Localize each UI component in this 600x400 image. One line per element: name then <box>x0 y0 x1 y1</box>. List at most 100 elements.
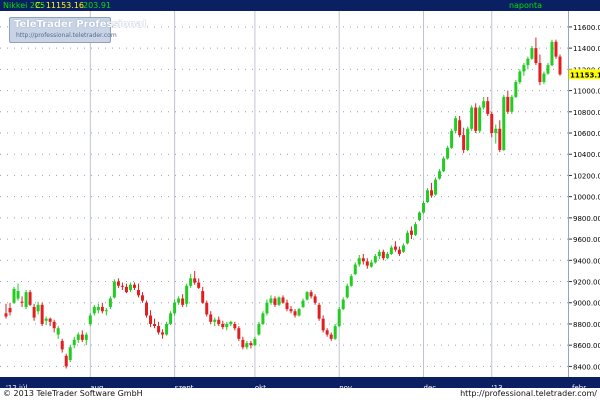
candle-down[interactable] <box>136 290 140 296</box>
time-axis[interactable]: '12 júl.aug.szept.okt.nov.dec.'13febr. <box>0 377 600 392</box>
candle-down[interactable] <box>205 302 209 315</box>
candle-down[interactable] <box>490 113 494 133</box>
candle-down[interactable] <box>80 334 84 340</box>
candle-up[interactable] <box>373 256 377 263</box>
candle-up[interactable] <box>108 298 112 307</box>
candle-up[interactable] <box>112 281 116 298</box>
candle-down[interactable] <box>40 304 44 324</box>
candle-down[interactable] <box>285 302 289 310</box>
candle-up[interactable] <box>502 96 506 150</box>
candle-down[interactable] <box>4 313 8 317</box>
candle-down[interactable] <box>365 261 369 266</box>
candle-up[interactable] <box>301 300 305 307</box>
candle-up[interactable] <box>530 48 534 59</box>
candle-up[interactable] <box>128 284 132 291</box>
candle-up[interactable] <box>169 313 173 324</box>
candle-up[interactable] <box>542 73 546 83</box>
candle-down[interactable] <box>197 282 201 288</box>
candle-up[interactable] <box>526 58 530 66</box>
candle-down[interactable] <box>28 292 32 305</box>
candle-up[interactable] <box>417 212 421 220</box>
candle-down[interactable] <box>116 281 120 286</box>
candle-down[interactable] <box>534 48 538 63</box>
candle-up[interactable] <box>454 118 458 131</box>
candle-up[interactable] <box>185 285 189 304</box>
candle-up[interactable] <box>466 128 470 150</box>
candle-down[interactable] <box>506 96 510 112</box>
candle-up[interactable] <box>88 315 92 324</box>
candle-up[interactable] <box>550 41 554 66</box>
candle-down[interactable] <box>233 323 237 329</box>
candle-up[interactable] <box>305 292 309 300</box>
candle-down[interactable] <box>393 246 397 250</box>
candle-up[interactable] <box>518 71 522 83</box>
candle-down[interactable] <box>273 298 277 305</box>
candle-up[interactable] <box>189 278 193 286</box>
candle-down[interactable] <box>52 321 56 329</box>
price-axis[interactable]: 8400.00 8600.00 8800.00 9000.00 9200.00 9400.… <box>568 11 600 377</box>
candle-down[interactable] <box>48 318 52 322</box>
candle-down[interactable] <box>161 332 165 335</box>
candle-up[interactable] <box>96 306 100 311</box>
candle-up[interactable] <box>450 130 454 148</box>
candle-down[interactable] <box>381 251 385 259</box>
candle-up[interactable] <box>341 299 345 310</box>
candle-down[interactable] <box>145 302 149 316</box>
candle-up[interactable] <box>225 323 229 328</box>
candle-down[interactable] <box>321 318 325 331</box>
candle-up[interactable] <box>522 65 526 72</box>
candle-up[interactable] <box>401 245 405 252</box>
candle-up[interactable] <box>385 253 389 259</box>
candle-down[interactable] <box>157 326 161 333</box>
candle-up[interactable] <box>12 288 16 303</box>
candle-up[interactable] <box>68 347 72 361</box>
candle-up[interactable] <box>337 309 341 327</box>
candle-up[interactable] <box>16 291 20 299</box>
candle-down[interactable] <box>409 230 413 235</box>
candle-down[interactable] <box>249 343 253 346</box>
candle-down[interactable] <box>241 339 245 348</box>
candle-down[interactable] <box>309 292 313 297</box>
candle-down[interactable] <box>317 304 321 319</box>
candle-down[interactable] <box>193 278 197 283</box>
candle-up[interactable] <box>413 224 417 235</box>
candle-up[interactable] <box>442 158 446 172</box>
candle-up[interactable] <box>345 285 349 298</box>
candle-up[interactable] <box>257 323 261 335</box>
candle-down[interactable] <box>313 296 317 303</box>
candle-down[interactable] <box>474 107 478 131</box>
candle-down[interactable] <box>60 340 64 350</box>
candle-down[interactable] <box>221 323 225 328</box>
candle-up[interactable] <box>24 292 28 307</box>
candle-up[interactable] <box>253 338 257 346</box>
candle-up[interactable] <box>482 101 486 108</box>
candle-down[interactable] <box>486 101 490 114</box>
candle-up[interactable] <box>56 328 60 335</box>
candle-down[interactable] <box>554 41 558 57</box>
candle-down[interactable] <box>217 319 221 324</box>
candle-down[interactable] <box>558 56 562 75</box>
candle-down[interactable] <box>20 301 24 303</box>
candle-up[interactable] <box>245 343 249 348</box>
candle-down[interactable] <box>462 135 466 150</box>
candle-up[interactable] <box>546 65 550 74</box>
candle-down[interactable] <box>64 355 68 367</box>
candle-up[interactable] <box>478 107 482 131</box>
candle-down[interactable] <box>132 284 136 288</box>
candle-up[interactable] <box>297 309 301 316</box>
candle-up[interactable] <box>494 128 498 133</box>
candle-up[interactable] <box>514 82 518 97</box>
candle-up[interactable] <box>446 147 450 159</box>
candle-down[interactable] <box>120 285 124 287</box>
candle-up[interactable] <box>104 310 108 312</box>
candle-up[interactable] <box>470 107 474 129</box>
candle-up[interactable] <box>389 247 393 254</box>
candle-up[interactable] <box>92 306 96 314</box>
candle-down[interactable] <box>430 190 434 196</box>
candle-down[interactable] <box>140 295 144 301</box>
candle-down[interactable] <box>361 258 365 262</box>
candle-up[interactable] <box>434 179 438 195</box>
candle-down[interactable] <box>181 298 185 305</box>
candle-down[interactable] <box>209 314 213 322</box>
candle-up[interactable] <box>261 313 265 324</box>
